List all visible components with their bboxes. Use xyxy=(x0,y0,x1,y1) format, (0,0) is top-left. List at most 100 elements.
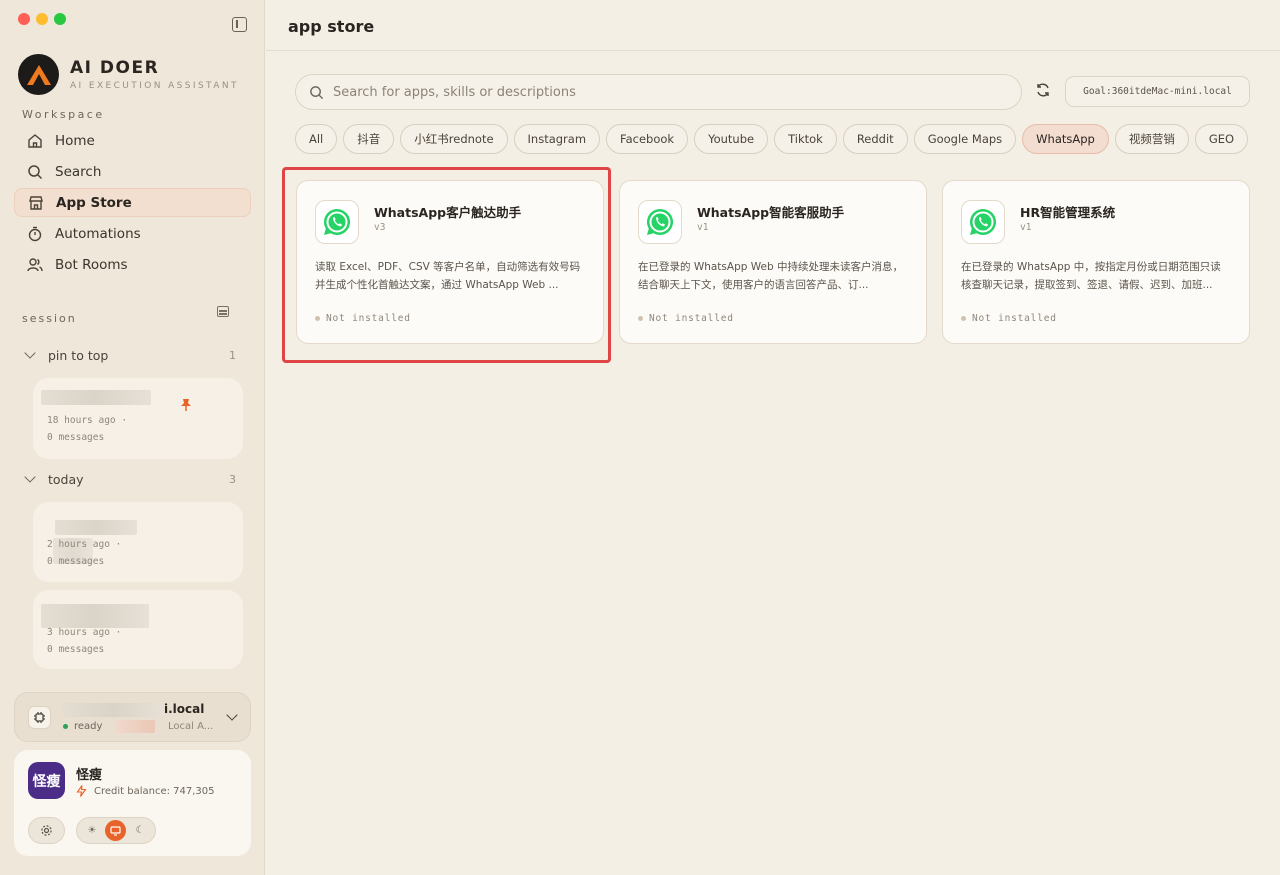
redacted-host xyxy=(63,703,163,717)
app-title: WhatsApp智能客服助手 xyxy=(697,205,845,220)
chevron-down-icon[interactable] xyxy=(226,709,238,721)
filter-chip-whatsapp[interactable]: WhatsApp xyxy=(1022,124,1109,154)
session-messages: 0 messages xyxy=(47,556,105,567)
install-status: Not installed xyxy=(638,313,734,324)
sidebar-item-label: Home xyxy=(55,132,95,149)
environment-selector[interactable]: i.local ready Local A... xyxy=(14,692,251,742)
whatsapp-icon xyxy=(315,200,359,244)
filter-chips: All 抖音 小红书rednote Instagram Facebook You… xyxy=(295,124,1249,154)
close-window-button[interactable] xyxy=(18,13,30,25)
group-title: pin to top xyxy=(48,347,109,363)
filter-chip-google-maps[interactable]: Google Maps xyxy=(913,124,1017,154)
main-content: app store Search for apps, skills or des… xyxy=(266,0,1280,875)
pin-icon[interactable] xyxy=(180,397,192,416)
app-description: 在已登录的 WhatsApp 中，按指定月份或日期范围只读核查聊天记录，提取签到… xyxy=(961,261,1221,291)
sidebar-toggle-icon[interactable] xyxy=(232,17,247,32)
status-text: Not installed xyxy=(326,313,411,324)
app-title: WhatsApp客户触达助手 xyxy=(374,205,522,220)
monitor-icon[interactable] xyxy=(105,820,127,841)
install-status: Not installed xyxy=(961,313,1057,324)
brand-name: AI DOER xyxy=(70,58,160,78)
filter-chip-douyin[interactable]: 抖音 xyxy=(343,124,395,154)
timer-icon xyxy=(27,226,43,242)
filter-chip-all[interactable]: All xyxy=(295,124,338,154)
status-text: Not installed xyxy=(972,313,1057,324)
group-count: 3 xyxy=(229,472,236,486)
filter-chip-video-marketing[interactable]: 视频营销 xyxy=(1114,124,1189,154)
filter-chip-geo[interactable]: GEO xyxy=(1194,124,1249,154)
sun-icon[interactable]: ☀ xyxy=(88,825,97,836)
home-icon xyxy=(27,133,43,149)
sidebar: AI DOER AI EXECUTION ASSISTANT Workspace… xyxy=(0,0,265,875)
group-title: today xyxy=(48,471,84,487)
page-title: app store xyxy=(266,0,1280,51)
whatsapp-icon xyxy=(638,200,682,244)
search-input[interactable]: Search for apps, skills or descriptions xyxy=(295,74,1022,110)
filter-chip-instagram[interactable]: Instagram xyxy=(513,124,601,154)
app-description: 在已登录的 WhatsApp Web 中持续处理未读客户消息，结合聊天上下文，使… xyxy=(638,261,903,291)
session-label: session xyxy=(22,312,77,325)
session-messages: 0 messages xyxy=(47,644,105,655)
session-time: 18 hours ago · xyxy=(47,415,128,426)
refresh-icon[interactable] xyxy=(1035,82,1051,98)
session-card[interactable]: 18 hours ago · 0 messages xyxy=(33,378,243,459)
user-name: 怪瘦 xyxy=(76,768,103,783)
sidebar-item-home[interactable]: Home xyxy=(14,126,251,155)
redacted-title xyxy=(55,520,137,535)
whatsapp-icon xyxy=(961,200,1005,244)
app-version: v1 xyxy=(1020,222,1032,233)
session-list-icon[interactable] xyxy=(217,306,229,317)
chip-icon xyxy=(28,706,51,729)
redacted-title xyxy=(41,390,151,405)
group-count: 1 xyxy=(229,348,236,362)
goal-target-button[interactable]: Goal:360itdeMac-mini.local xyxy=(1065,76,1250,107)
status-dot xyxy=(63,724,68,729)
sidebar-item-automations[interactable]: Automations xyxy=(14,219,251,248)
app-description: 读取 Excel、PDF、CSV 等客户名单，自动筛选有效号码并生成个性化首触达… xyxy=(315,261,581,291)
minimize-window-button[interactable] xyxy=(36,13,48,25)
filter-chip-facebook[interactable]: Facebook xyxy=(606,124,689,154)
app-logo xyxy=(18,54,59,95)
workspace-label: Workspace xyxy=(22,108,105,121)
users-icon xyxy=(27,257,43,273)
user-card: 怪瘦 怪瘦 Credit balance: 747,305 ☀ ☾ xyxy=(14,750,251,856)
brand-subtitle: AI EXECUTION ASSISTANT xyxy=(70,81,239,91)
app-card[interactable]: WhatsApp客户触达助手 v3 读取 Excel、PDF、CSV 等客户名单… xyxy=(296,180,604,344)
store-icon xyxy=(28,195,44,211)
sidebar-item-label: Search xyxy=(55,163,102,180)
filter-chip-rednote[interactable]: 小红书rednote xyxy=(400,124,508,154)
chevron-down-icon xyxy=(24,471,36,483)
group-today[interactable]: today 3 xyxy=(22,470,236,488)
app-card[interactable]: HR智能管理系统 v1 在已登录的 WhatsApp 中，按指定月份或日期范围只… xyxy=(942,180,1250,344)
app-title: HR智能管理系统 xyxy=(1020,205,1116,220)
session-card[interactable]: 2 hours ago · 0 messages xyxy=(33,502,243,582)
avatar[interactable]: 怪瘦 xyxy=(28,762,65,799)
moon-icon[interactable]: ☾ xyxy=(136,825,145,836)
filter-chip-youtube[interactable]: Youtube xyxy=(694,124,769,154)
app-card[interactable]: WhatsApp智能客服助手 v1 在已登录的 WhatsApp Web 中持续… xyxy=(619,180,927,344)
filter-chip-reddit[interactable]: Reddit xyxy=(842,124,908,154)
window-controls xyxy=(18,13,66,25)
filter-chip-tiktok[interactable]: Tiktok xyxy=(774,124,837,154)
credit-balance: Credit balance: 747,305 xyxy=(94,785,215,797)
sidebar-item-search[interactable]: Search xyxy=(14,157,251,186)
app-version: v1 xyxy=(697,222,709,233)
sidebar-nav: Home Search App Store Automations Bot Ro… xyxy=(14,126,251,281)
session-card[interactable]: 3 hours ago · 0 messages xyxy=(33,590,243,669)
brand: AI DOER AI EXECUTION ASSISTANT xyxy=(18,54,239,95)
gear-icon xyxy=(41,825,52,836)
sidebar-item-label: Bot Rooms xyxy=(55,256,128,273)
sidebar-item-bot-rooms[interactable]: Bot Rooms xyxy=(14,250,251,279)
group-pin-to-top[interactable]: pin to top 1 xyxy=(22,346,236,364)
sidebar-item-app-store[interactable]: App Store xyxy=(14,188,251,217)
session-time: 2 hours ago · xyxy=(47,539,122,550)
theme-toggle: ☀ ☾ xyxy=(76,817,156,844)
environment-host: i.local xyxy=(164,702,205,716)
zoom-window-button[interactable] xyxy=(54,13,66,25)
settings-button[interactable] xyxy=(28,817,65,844)
app-version: v3 xyxy=(374,222,386,233)
environment-status: ready xyxy=(74,721,103,732)
sidebar-item-label: Automations xyxy=(55,225,141,242)
status-text: Not installed xyxy=(649,313,734,324)
search-icon xyxy=(310,85,324,99)
